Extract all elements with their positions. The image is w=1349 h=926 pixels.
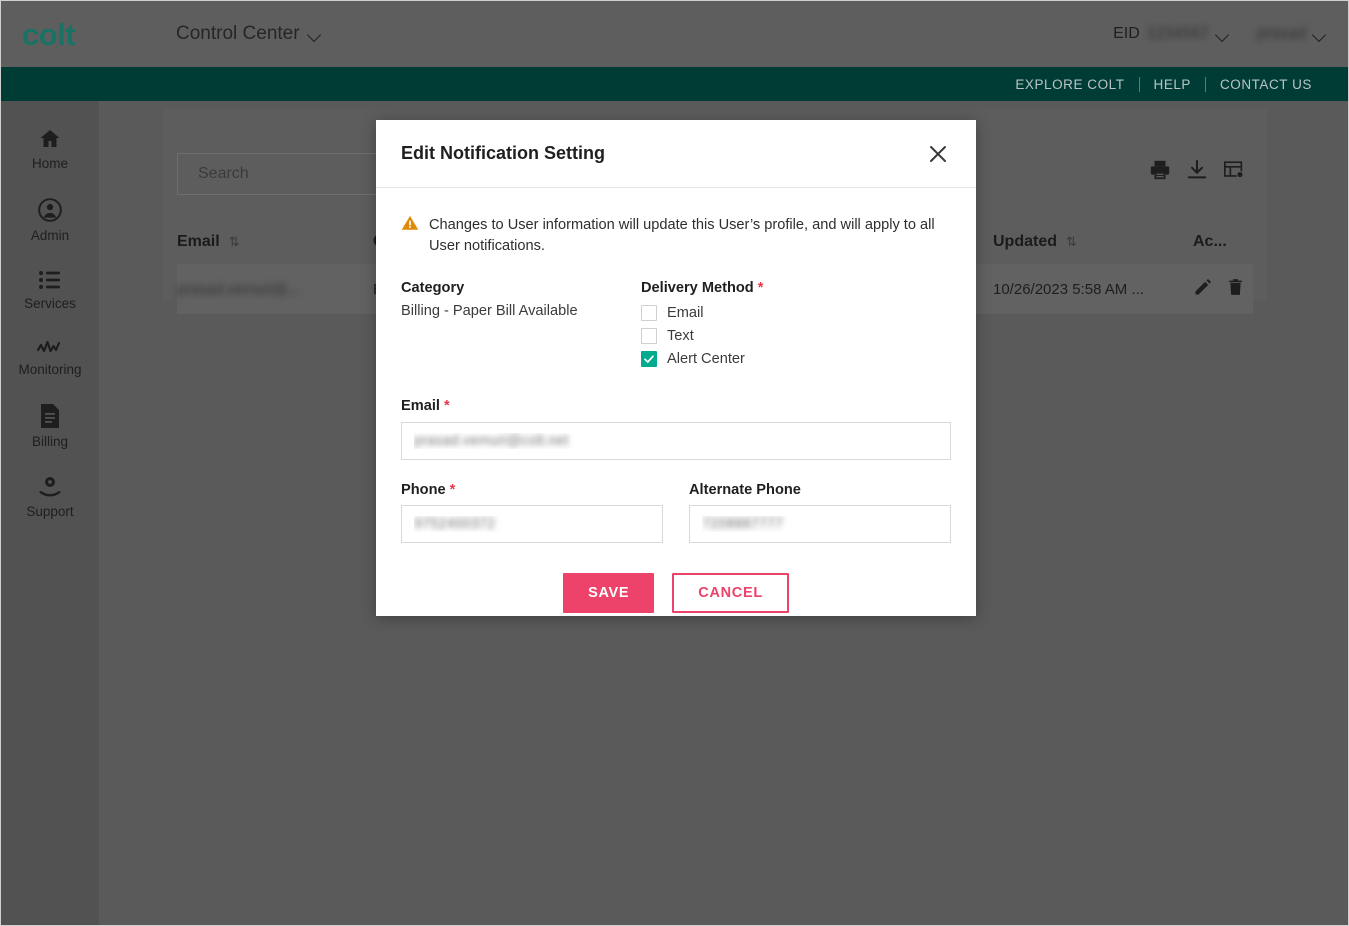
category-delivery-row: Category Billing - Paper Bill Available …: [401, 280, 951, 372]
delivery-method-group: Delivery Method * Email Text Alert Cente…: [641, 280, 951, 372]
required-marker: *: [757, 280, 764, 296]
checkbox-text[interactable]: [641, 328, 657, 344]
alternate-phone-label-text: Alternate Phone: [689, 482, 801, 498]
modal-title: Edit Notification Setting: [401, 143, 605, 163]
phone-label-text: Phone: [401, 482, 446, 498]
checkbox-label: Email: [667, 305, 704, 321]
alternate-phone-input[interactable]: [689, 505, 951, 543]
category-group: Category Billing - Paper Bill Available: [401, 280, 641, 372]
delivery-option-alert-center[interactable]: Alert Center: [641, 349, 951, 369]
checkbox-alert-center[interactable]: [641, 351, 657, 367]
required-marker: *: [449, 482, 456, 498]
checkbox-email[interactable]: [641, 305, 657, 321]
phone-label: Phone *: [401, 482, 663, 498]
email-field-group: Email *: [401, 398, 951, 460]
delivery-option-email[interactable]: Email: [641, 303, 951, 323]
info-alert: Changes to User information will update …: [401, 214, 951, 257]
save-button[interactable]: SAVE: [563, 573, 655, 613]
modal-actions: SAVE CANCEL: [401, 573, 951, 613]
close-icon[interactable]: [924, 140, 952, 168]
modal-header: Edit Notification Setting: [376, 120, 976, 188]
cancel-button[interactable]: CANCEL: [672, 573, 789, 613]
delivery-method-label: Delivery Method *: [641, 280, 951, 296]
modal-body: Changes to User information will update …: [376, 188, 976, 613]
email-input[interactable]: [401, 422, 951, 460]
checkbox-label: Text: [667, 328, 694, 344]
alternate-phone-label: Alternate Phone: [689, 482, 951, 498]
email-label: Email *: [401, 398, 951, 414]
delivery-method-label-text: Delivery Method: [641, 280, 754, 296]
checkbox-label: Alert Center: [667, 351, 745, 367]
application-window: colt Control Center EID 1234567 prasad E…: [0, 0, 1349, 926]
alternate-phone-field-group: Alternate Phone: [689, 482, 951, 543]
phone-field-group: Phone *: [401, 482, 663, 543]
phone-fields-row: Phone * Alternate Phone: [401, 482, 951, 543]
edit-notification-setting-dialog: Edit Notification Setting Changes to Use…: [376, 120, 976, 616]
required-marker: *: [444, 398, 450, 414]
category-label: Category: [401, 280, 465, 296]
email-label-text: Email: [401, 398, 440, 414]
category-value: Billing - Paper Bill Available: [401, 303, 578, 319]
alert-message: Changes to User information will update …: [429, 217, 935, 254]
warning-triangle-icon: [401, 214, 419, 237]
phone-input[interactable]: [401, 505, 663, 543]
delivery-option-text[interactable]: Text: [641, 326, 951, 346]
